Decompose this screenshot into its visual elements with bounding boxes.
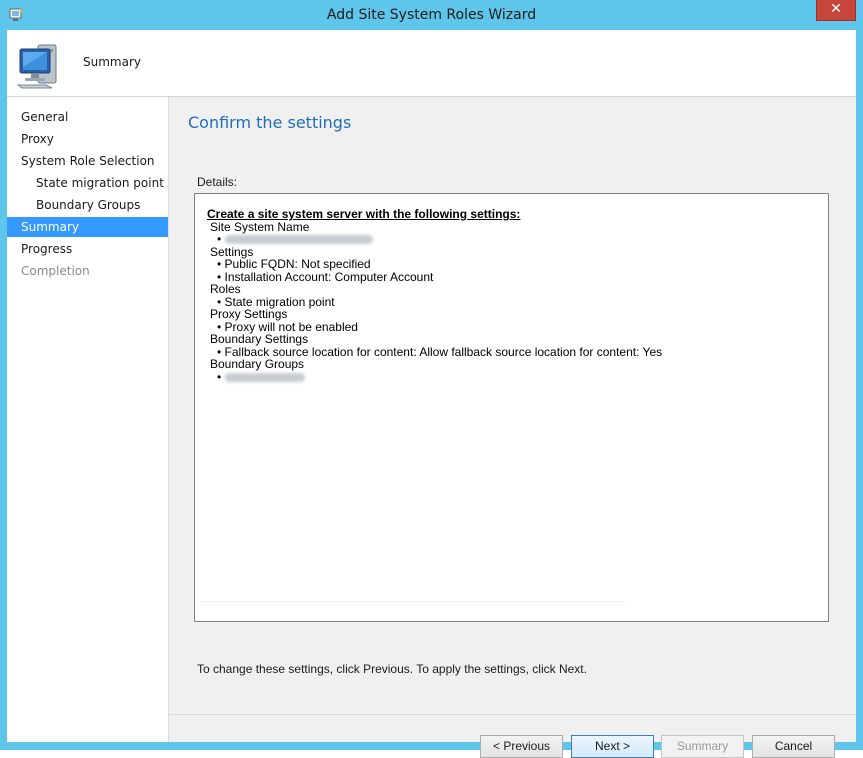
details-heading: Create a site system server with the fol… (207, 207, 521, 221)
header-title: Summary (83, 55, 141, 69)
navigation-hint: To change these settings, click Previous… (197, 662, 587, 676)
site-system-name-label: Site System Name (210, 219, 310, 234)
previous-button[interactable]: < Previous (480, 735, 563, 758)
nav-item-boundary-groups[interactable]: Boundary Groups (7, 195, 168, 215)
nav-item-system-role-selection[interactable]: System Role Selection (7, 151, 168, 171)
wizard-header: Summary (7, 30, 856, 97)
next-button[interactable]: Next > (571, 735, 654, 758)
details-label: Details: (197, 175, 238, 189)
boundary-groups-item: • (207, 369, 662, 384)
site-system-name-value: • (207, 233, 662, 246)
wizard-step-nav: General Proxy System Role Selection Stat… (7, 97, 169, 742)
settings-item-text: Installation Account: Computer Account (224, 269, 434, 284)
cancel-button[interactable]: Cancel (752, 735, 835, 758)
settings-item: • Installation Account: Computer Account (207, 269, 662, 284)
window-title: Add Site System Roles Wizard (326, 7, 537, 23)
footer-divider (169, 714, 856, 715)
title-bar[interactable]: Add Site System Roles Wizard ✕ (0, 0, 863, 30)
close-button[interactable]: ✕ (816, 0, 856, 21)
page-title: Confirm the settings (188, 113, 352, 132)
nav-item-proxy[interactable]: Proxy (7, 129, 168, 149)
details-divider (200, 601, 625, 602)
nav-item-summary[interactable]: Summary (7, 217, 168, 237)
wizard-window: Add Site System Roles Wizard ✕ Summary G… (0, 0, 863, 758)
boundary-groups-label: Boundary Groups (210, 357, 305, 371)
details-textbox[interactable]: Create a site system server with the fol… (194, 193, 829, 622)
bullet: • (217, 369, 222, 384)
wizard-main-panel: Confirm the settings Details: Create a s… (169, 97, 856, 758)
nav-item-state-migration-point[interactable]: State migration point (7, 173, 168, 193)
details-content: Create a site system server with the fol… (207, 208, 662, 383)
wizard-client-area: Summary General Proxy System Role Select… (7, 30, 856, 758)
summary-button: Summary (661, 735, 744, 758)
bullet: • (217, 232, 222, 246)
nav-item-progress: Progress (21, 242, 73, 256)
nav-item-general[interactable]: General (7, 107, 168, 127)
computer-icon (16, 44, 57, 89)
redacted-server-name (224, 235, 373, 245)
redacted-boundary-group (224, 372, 305, 382)
nav-item-completion: Completion (21, 264, 90, 278)
